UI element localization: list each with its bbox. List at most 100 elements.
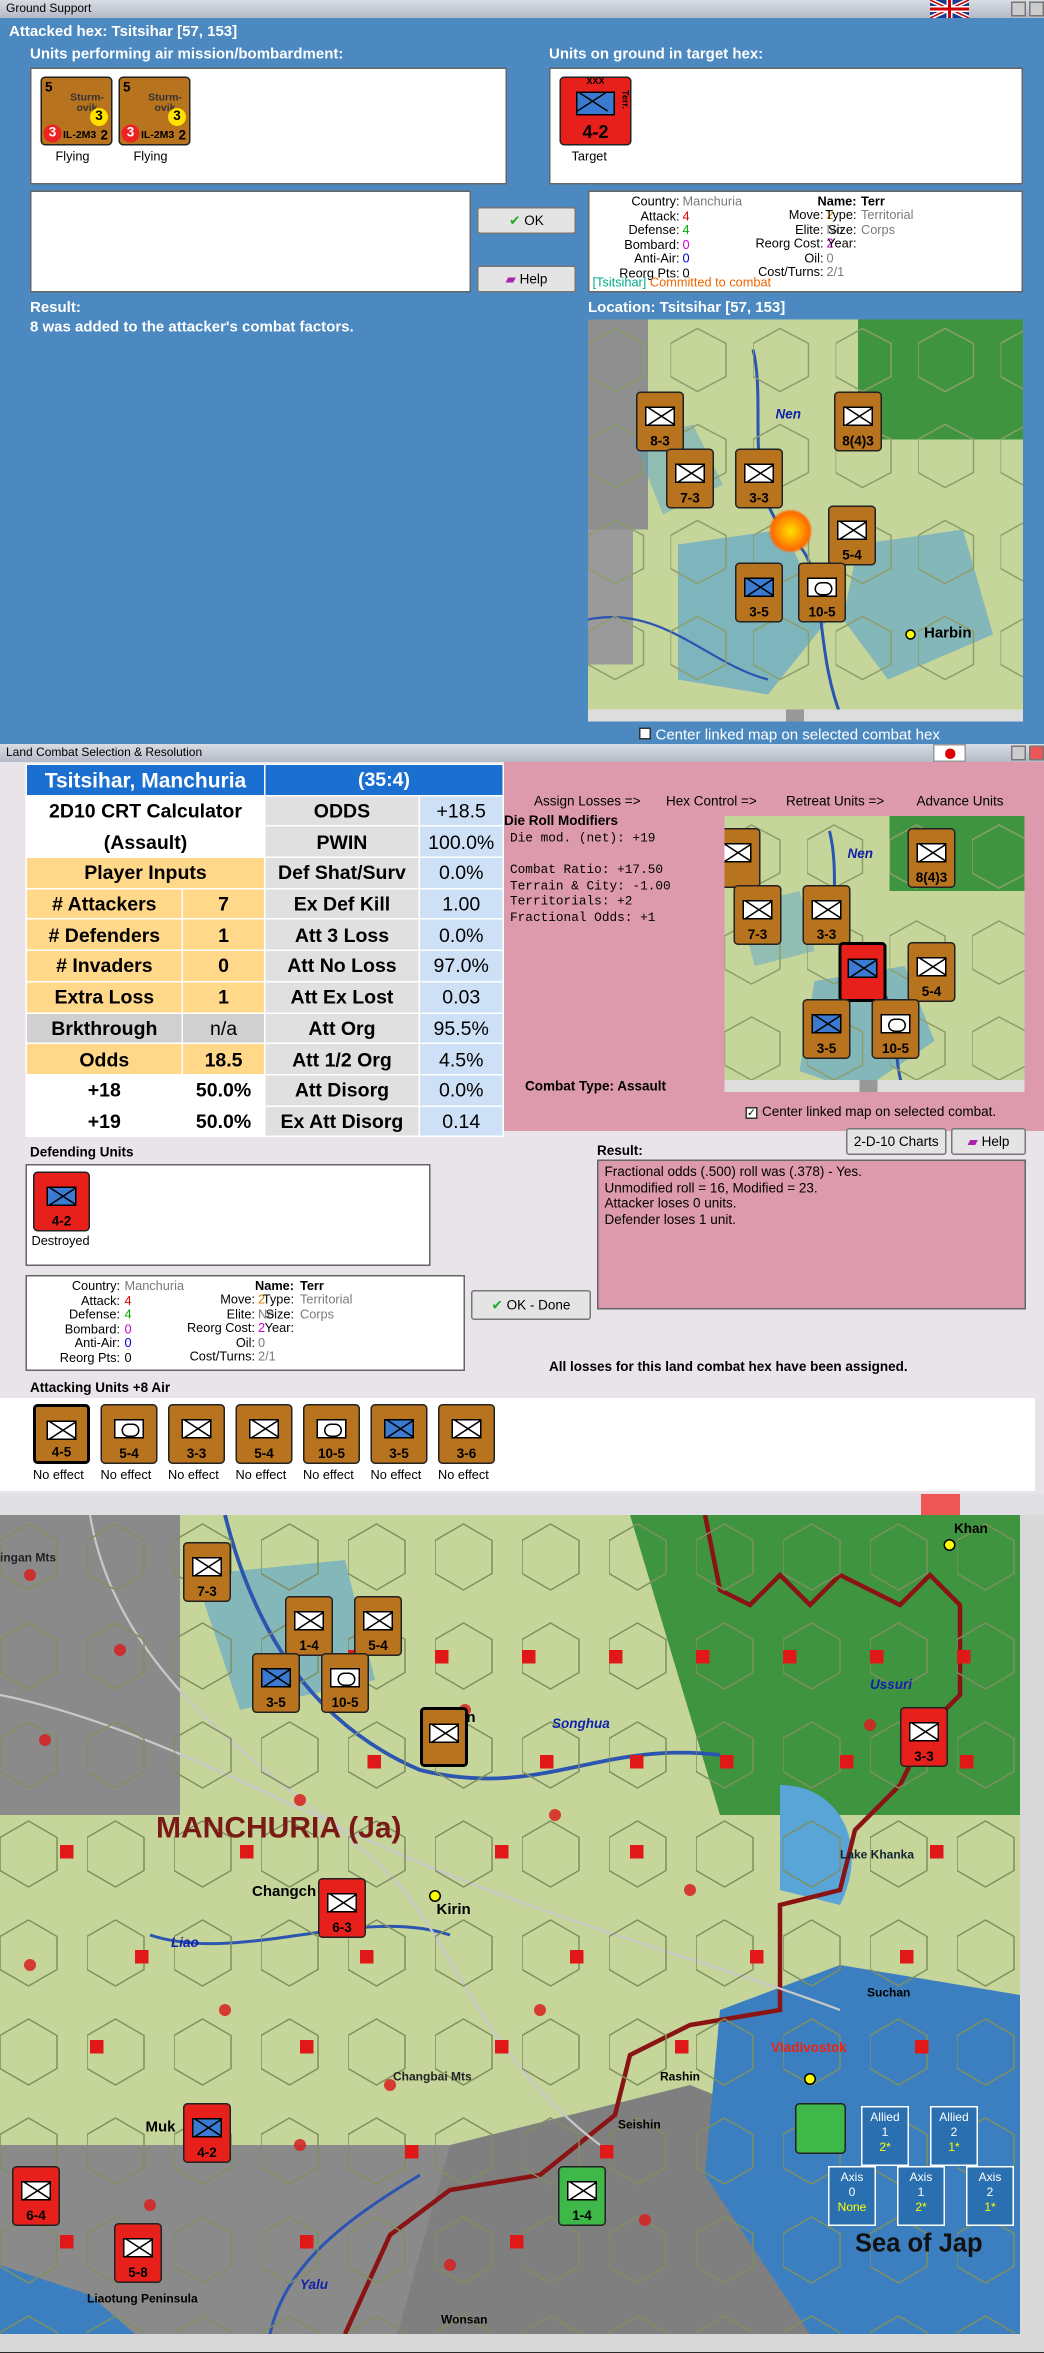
main-map[interactable]: MANCHURIA (Ja) Changch Kirin Liao Songhu… xyxy=(0,1515,1020,2334)
attacker-status: No effect xyxy=(438,1467,489,1482)
map-counter[interactable] xyxy=(795,2103,846,2154)
attacker-counter[interactable]: 5-4 xyxy=(235,1404,293,1464)
air-units-panel: 5 Sturm-ovik 3 3 IL-2M3 2 Flying 5 Sturm… xyxy=(30,67,507,185)
map-counter[interactable]: 10-5 xyxy=(798,562,846,623)
place-label: Yalu xyxy=(300,2277,329,2292)
attacker-counter[interactable]: 5-4 xyxy=(100,1404,158,1464)
place-label: Khan xyxy=(954,1521,988,1536)
map-counter[interactable]: 10-5 xyxy=(871,999,920,1059)
help-button[interactable]: ▰ Help xyxy=(951,1128,1026,1155)
map-counter[interactable]: 1-4 xyxy=(558,2166,606,2226)
map-counter[interactable] xyxy=(724,828,761,888)
place-label: Suchan xyxy=(867,1986,911,2000)
defender-status: Destroyed xyxy=(31,1233,90,1248)
attacker-counter[interactable]: 3-3 xyxy=(168,1404,225,1464)
unit-info-panel: Country: Attack: Defense: Bombard: Anti-Air:… xyxy=(25,1275,465,1371)
flag-icon xyxy=(929,0,970,21)
attacked-hex-label: Attacked hex: Tsitsihar [57, 153] xyxy=(9,24,238,41)
air-unit-status: Flying xyxy=(133,148,168,164)
map-counter[interactable]: 3-5 xyxy=(735,562,783,623)
horizontal-scrollbar[interactable] xyxy=(588,709,1023,722)
tab-assign-losses[interactable]: Assign Losses => xyxy=(534,794,641,809)
map-horizontal-scrollbar[interactable] xyxy=(0,2334,1044,2352)
map-counter-selected[interactable] xyxy=(838,942,887,1002)
tab-advance-units[interactable]: Advance Units xyxy=(917,794,1004,809)
target-unit-counter[interactable]: XXX Terr. 4-2 xyxy=(559,76,632,146)
attacking-units-strip: 4-5 No effect 5-4 No effect 3-3 No effec… xyxy=(0,1398,1035,1491)
explosion-icon xyxy=(768,508,813,554)
map-counter[interactable]: 5-4 xyxy=(828,505,876,566)
ok-button[interactable]: ✔ OK xyxy=(477,207,576,234)
map-counter[interactable]: 8-3 xyxy=(636,391,684,452)
center-combat-checkbox[interactable]: ✓ Center linked map on selected combat. xyxy=(745,1104,996,1119)
map-counter[interactable]: 10-5 xyxy=(321,1653,369,1713)
map-counter[interactable]: 3-5 xyxy=(802,999,851,1059)
map-counter[interactable]: 7-3 xyxy=(733,885,782,945)
tab-hex-control[interactable]: Hex Control => xyxy=(666,794,757,809)
attacker-counter[interactable]: 10-5 xyxy=(303,1404,360,1464)
place-label: Liao xyxy=(171,1935,199,1950)
result-panel: Fractional odds (.500) roll was (.378) -… xyxy=(597,1159,1026,1310)
die-mod-title: Die Roll Modifiers xyxy=(504,813,619,828)
ok-done-button[interactable]: ✔ OK - Done xyxy=(471,1290,591,1320)
map-counter[interactable]: 6-4 xyxy=(12,2166,60,2226)
map-counter[interactable]: 3-3 xyxy=(802,885,851,945)
attacker-status: No effect xyxy=(168,1467,219,1482)
minimize-button[interactable] xyxy=(1011,1,1026,17)
linked-map-combat[interactable]: Nen 8(4)3 7-3 3-3 5-4 3-5 10-5 xyxy=(724,816,1025,1092)
horizontal-scrollbar[interactable] xyxy=(724,1080,1025,1092)
center-map-checkbox[interactable]: Center linked map on selected combat hex xyxy=(639,727,940,744)
book-icon: ▰ xyxy=(505,271,516,287)
map-counter[interactable]: 6-3 xyxy=(318,1878,366,1938)
map-counter[interactable]: 4-2 xyxy=(183,2103,231,2163)
attacker-status: No effect xyxy=(235,1467,287,1482)
sea-label: Sea of Jap xyxy=(855,2229,983,2258)
map-counter[interactable]: 8(4)3 xyxy=(834,391,882,452)
window-title: Ground Support xyxy=(0,0,1044,18)
place-label: Changbai Mts xyxy=(393,2070,472,2084)
land-combat-content: Assign Losses => Hex Control => Retreat … xyxy=(0,744,1044,1494)
map-counter[interactable]: 5-4 xyxy=(907,942,956,1002)
ground-support-window: Ground Support Attacked hex: Tsitsihar [… xyxy=(0,0,1044,744)
air-unit-counter[interactable]: 5 Sturm-ovik 3 3 IL-2M3 2 xyxy=(40,76,113,146)
map-vertical-scrollbar[interactable] xyxy=(1020,1515,1044,2334)
tab-retreat-units[interactable]: Retreat Units => xyxy=(786,794,884,809)
message-box xyxy=(30,190,471,293)
map-counter[interactable]: 8(4)3 xyxy=(907,828,956,888)
defending-units-label: Defending Units xyxy=(30,1144,134,1160)
ground-units-panel: XXX Terr. 4-2 Target xyxy=(549,67,1023,185)
attacker-counter[interactable]: 4-5 xyxy=(33,1404,90,1464)
charts-button[interactable]: 2-D-10 Charts xyxy=(846,1128,947,1155)
place-label: Ussuri xyxy=(870,1677,913,1692)
air-unit-status: Flying xyxy=(55,148,90,164)
help-button[interactable]: ▰ Help xyxy=(477,265,576,293)
place-label: Lake Khanka xyxy=(840,1848,915,1862)
status-axis-0: Axis 0 None xyxy=(828,2166,876,2226)
map-counter[interactable]: 1-4 xyxy=(285,1596,333,1656)
defender-counter[interactable]: 4-2 xyxy=(33,1171,90,1232)
map-counter[interactable]: 3-3 xyxy=(735,448,783,509)
book-icon: ▰ xyxy=(967,1134,978,1149)
attacker-counter[interactable]: 3-5 xyxy=(370,1404,428,1464)
ground-units-label: Units on ground in target hex: xyxy=(549,46,764,64)
place-label: ingan Mts xyxy=(0,1551,57,1565)
map-counter[interactable]: 7-3 xyxy=(666,448,714,509)
place-label: Seishin xyxy=(618,2118,661,2132)
map-counter[interactable]: 5-8 xyxy=(114,2223,162,2283)
air-unit-counter[interactable]: 5 Sturm-ovik 3 3 IL-2M3 2 xyxy=(118,76,191,146)
place-label: Rashin xyxy=(660,2070,701,2084)
die-mod-list: Die mod. (net): +19 Combat Ratio: +17.50… xyxy=(510,831,671,925)
map-counter[interactable]: 3-5 xyxy=(252,1653,300,1713)
map-counter[interactable] xyxy=(420,1707,468,1767)
attacker-counter[interactable]: 3-6 xyxy=(438,1404,495,1464)
status-axis-1: Axis 1 2* xyxy=(897,2166,945,2226)
map-counter[interactable]: 7-3 xyxy=(183,1542,231,1602)
air-units-label: Units performing air mission/bombardment… xyxy=(30,46,344,64)
combat-type: Combat Type: Assault xyxy=(525,1078,667,1094)
result-text: 8 was added to the attacker's combat fac… xyxy=(30,319,354,337)
map-counter[interactable]: 3-3 xyxy=(900,1707,948,1767)
close-button[interactable] xyxy=(1029,1,1044,17)
map-counter[interactable]: 5-4 xyxy=(354,1596,402,1656)
linked-map[interactable]: Nen Harbin 8-3 8(4)3 7-3 3-3 5-4 3-5 10-… xyxy=(588,319,1023,722)
result-label: Result: xyxy=(30,300,81,317)
